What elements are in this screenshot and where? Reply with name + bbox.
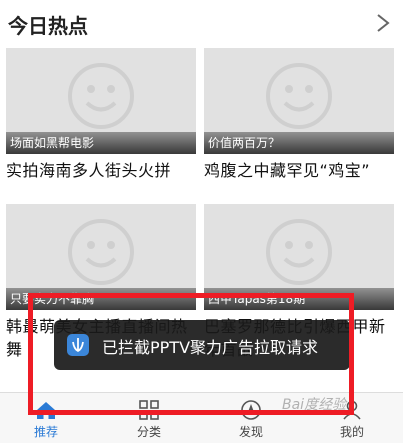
video-card[interactable]: 价值两百万？ 鸡腹之中藏罕见“鸡宝”: [204, 48, 394, 198]
nav-label: 推荐: [33, 425, 58, 439]
thumbnail-caption: 西甲Tapas第18期: [204, 288, 394, 310]
thumbnail-caption: 场面如黑帮电影: [6, 132, 196, 154]
video-thumbnail[interactable]: 场面如黑帮电影: [6, 48, 196, 154]
placeholder-smiley-icon: [68, 219, 134, 285]
nav-label: 分类: [136, 425, 161, 439]
video-title[interactable]: 鸡腹之中藏罕见“鸡宝”: [204, 159, 400, 182]
placeholder-smiley-icon: [266, 63, 332, 129]
nav-label: 发现: [238, 425, 263, 439]
video-title[interactable]: 实拍海南多人街头火拼: [6, 159, 202, 182]
ad-blocked-toast: 已拦截PPTV聚力广告拉取请求: [54, 320, 350, 370]
thumbnail-caption: 价值两百万？: [204, 132, 394, 154]
nav-label: 我的: [339, 425, 364, 439]
section-title: 今日热点: [8, 14, 88, 38]
placeholder-smiley-icon: [266, 219, 332, 285]
placeholder-smiley-icon: [68, 63, 134, 129]
thumbnail-caption: 只要实力不靠胸: [6, 288, 196, 310]
toast-message: 已拦截PPTV聚力广告拉取请求: [102, 338, 319, 357]
shield-icon: [67, 334, 89, 356]
watermark-logo: Bai度经验: [282, 397, 347, 413]
video-thumbnail[interactable]: 只要实力不靠胸: [6, 204, 196, 310]
grid-icon: [139, 400, 159, 420]
home-icon: [37, 402, 55, 419]
nav-item-category[interactable]: 分类: [99, 393, 199, 444]
video-thumbnail[interactable]: 西甲Tapas第18期: [204, 204, 394, 310]
video-thumbnail[interactable]: 价值两百万？: [204, 48, 394, 154]
chevron-right-icon[interactable]: [375, 12, 391, 34]
compass-icon: [241, 400, 261, 420]
nav-item-recommend[interactable]: 推荐: [0, 393, 96, 444]
section-header: 今日热点: [0, 0, 403, 48]
video-card[interactable]: 场面如黑帮电影 实拍海南多人街头火拼: [6, 48, 196, 198]
